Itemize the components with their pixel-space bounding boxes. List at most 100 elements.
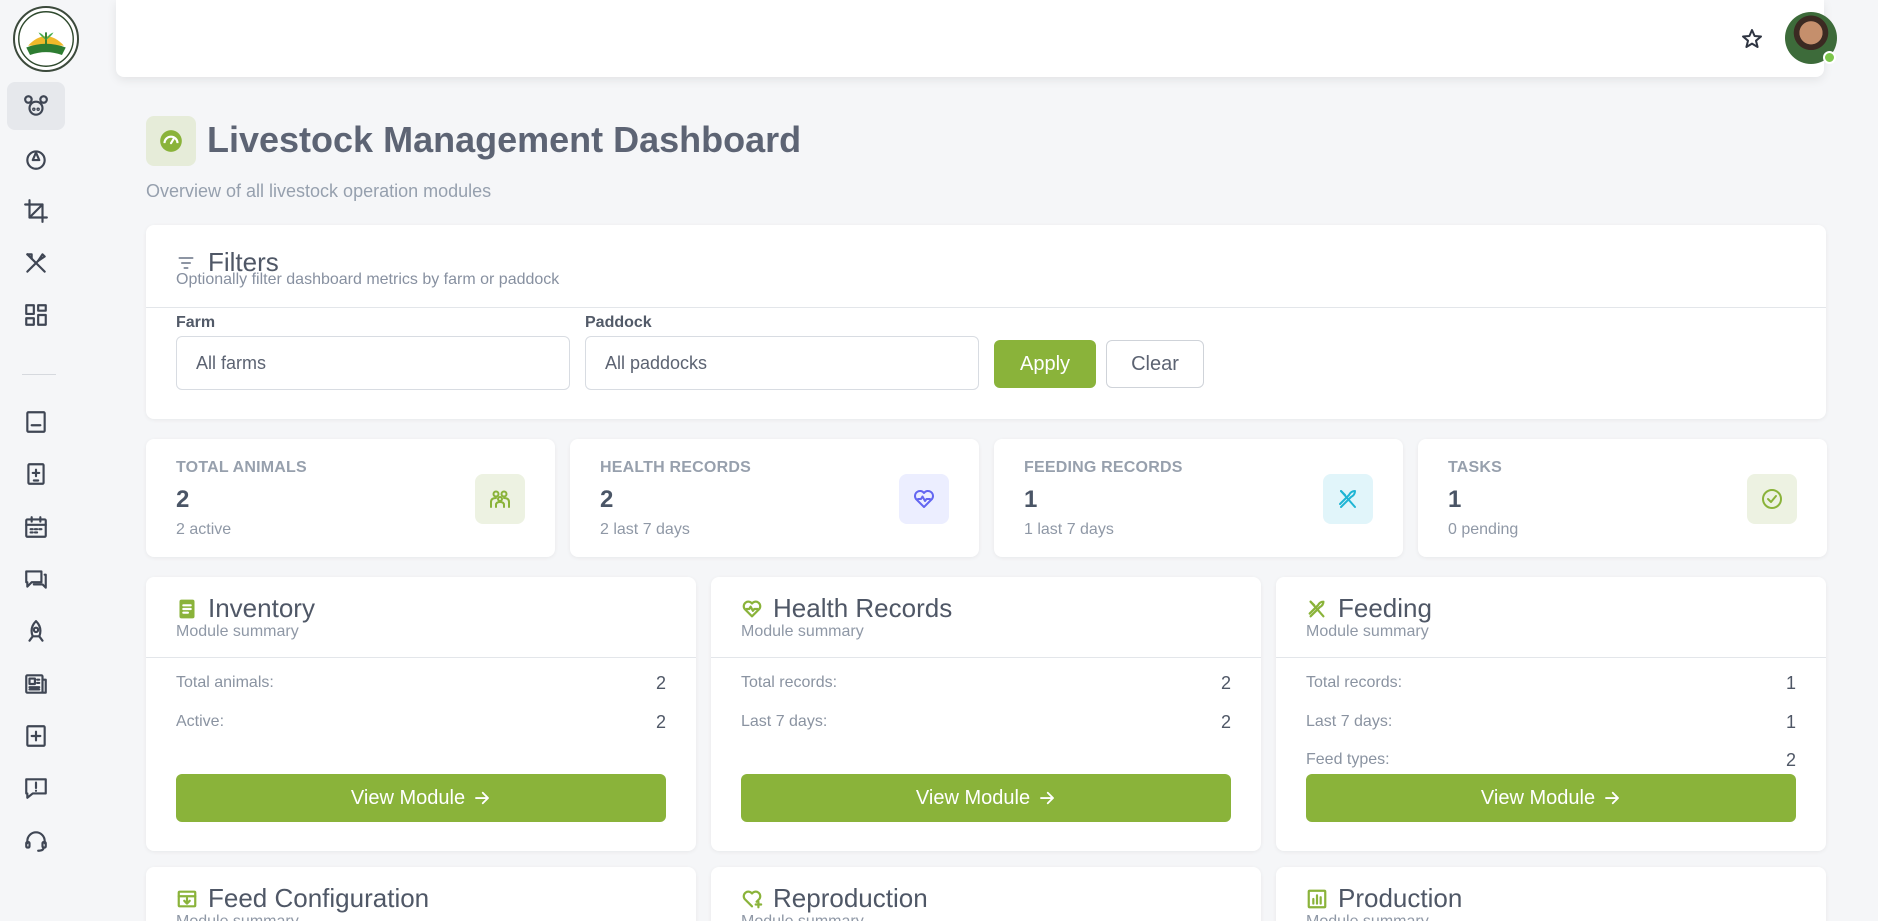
feed-box-icon xyxy=(177,890,197,907)
nav-livestock[interactable] xyxy=(7,82,65,130)
stat-subtext: 2 last 7 days xyxy=(600,521,690,538)
row-label: Feed types: xyxy=(1306,751,1390,768)
module-row: Active: 2 xyxy=(176,711,666,733)
row-value: 2 xyxy=(1220,711,1231,732)
row-value: 2 xyxy=(1785,749,1796,770)
module-row: Last 7 days: 2 xyxy=(741,711,1231,733)
nav-water[interactable] xyxy=(7,135,65,183)
tools-icon xyxy=(26,253,46,273)
filters-description: Optionally filter dashboard metrics by f… xyxy=(176,271,560,288)
online-status-indicator xyxy=(1823,51,1836,64)
module-description: Module summary xyxy=(1306,913,1429,921)
module-card-feed-configuration: Feed Configuration Module summary xyxy=(146,867,696,921)
nav-rocket[interactable] xyxy=(7,608,65,656)
apply-button[interactable]: Apply xyxy=(994,340,1096,388)
arrow-right-icon xyxy=(475,791,489,805)
bar-chart-icon xyxy=(1307,889,1327,908)
clear-button[interactable]: Clear xyxy=(1106,340,1204,388)
nav-crop[interactable] xyxy=(7,187,65,235)
headset-icon xyxy=(25,831,47,852)
module-card-production: Production Module summary xyxy=(1276,867,1826,921)
stat-value: 1 xyxy=(1448,486,1462,513)
module-description: Module summary xyxy=(1306,623,1429,640)
module-row: Feed types: 2 xyxy=(1306,749,1796,771)
utensils-icon xyxy=(1323,474,1373,524)
filter-icon xyxy=(178,256,194,269)
star-icon xyxy=(1742,29,1762,48)
module-divider xyxy=(1276,657,1826,658)
gauge-icon xyxy=(160,130,182,152)
water-drop-icon xyxy=(26,150,46,170)
stat-card-tasks: Tasks 1 0 pending xyxy=(1418,439,1827,557)
filters-card: Filters Optionally filter dashboard metr… xyxy=(146,225,1826,419)
nav-add-document[interactable] xyxy=(7,712,65,760)
module-row: Total records: 2 xyxy=(741,672,1231,694)
nav-notebook[interactable] xyxy=(7,398,65,446)
row-value: 1 xyxy=(1785,672,1796,693)
module-header: Production xyxy=(1306,883,1462,914)
nav-tools[interactable] xyxy=(7,239,65,287)
row-value: 2 xyxy=(1220,672,1231,693)
module-row: Last 7 days: 1 xyxy=(1306,711,1796,733)
module-description: Module summary xyxy=(741,623,864,640)
view-module-button[interactable]: View Module xyxy=(176,774,666,822)
module-card-inventory: Inventory Module summary Total animals: … xyxy=(146,577,696,851)
stat-subtext: 1 last 7 days xyxy=(1024,521,1114,538)
module-description: Module summary xyxy=(176,913,299,921)
stat-card-total-animals: Total Animals 2 2 active xyxy=(146,439,555,557)
module-row: Total records: 1 xyxy=(1306,672,1796,694)
rocket-icon xyxy=(28,620,44,642)
check-circle-icon xyxy=(1747,474,1797,524)
stat-label: Tasks xyxy=(1448,459,1503,476)
nav-chat[interactable] xyxy=(7,555,65,603)
filters-divider xyxy=(146,307,1826,308)
crop-icon xyxy=(24,199,48,223)
farm-label: Farm xyxy=(176,314,216,331)
module-title: Reproduction xyxy=(773,883,928,913)
utensils-icon xyxy=(1308,600,1325,617)
module-card-health-records: Health Records Module summary Total reco… xyxy=(711,577,1261,851)
grid-icon xyxy=(25,304,47,326)
add-document-icon xyxy=(26,725,46,747)
stat-label: Total Animals xyxy=(176,459,307,476)
module-header: Feed Configuration xyxy=(176,883,429,914)
nav-grid[interactable] xyxy=(7,291,65,339)
nav-news[interactable] xyxy=(7,660,65,708)
dashboard-page-icon xyxy=(146,116,196,166)
page-title: Livestock Management Dashboard xyxy=(207,119,802,160)
view-module-button[interactable]: View Module xyxy=(1306,774,1796,822)
livestock-icon xyxy=(24,95,48,116)
module-title: Inventory xyxy=(208,593,315,623)
module-row: Total animals: 2 xyxy=(176,672,666,694)
row-label: Total records: xyxy=(741,674,838,691)
calendar-icon xyxy=(25,516,47,538)
module-card-reproduction: Reproduction Module summary xyxy=(711,867,1261,921)
module-header: Health Records xyxy=(741,593,952,624)
company-logo[interactable] xyxy=(13,6,79,72)
nav-medical[interactable] xyxy=(7,450,65,498)
module-divider xyxy=(711,657,1261,658)
stat-subtext: 0 pending xyxy=(1448,521,1519,538)
nav-support[interactable] xyxy=(7,817,65,865)
module-description: Module summary xyxy=(176,623,299,640)
module-header: Feeding xyxy=(1306,593,1432,624)
nav-calendar[interactable] xyxy=(7,503,65,551)
stat-card-health-records: Health Records 2 2 last 7 days xyxy=(570,439,979,557)
inventory-icon xyxy=(179,599,195,618)
row-label: Total animals: xyxy=(176,674,274,691)
farm-select[interactable] xyxy=(176,336,570,390)
paddock-label: Paddock xyxy=(585,314,652,331)
nav-alerts[interactable] xyxy=(7,764,65,812)
row-label: Active: xyxy=(176,713,225,730)
paddock-select[interactable] xyxy=(585,336,979,390)
group-icon xyxy=(475,474,525,524)
stat-subtext: 2 active xyxy=(176,521,232,538)
view-module-button[interactable]: View Module xyxy=(741,774,1231,822)
module-header: Inventory xyxy=(176,593,315,624)
newspaper-icon xyxy=(25,674,47,694)
stat-card-feeding-records: Feeding Records 1 1 last 7 days xyxy=(994,439,1403,557)
heart-plus-icon xyxy=(742,890,763,908)
favorite-button[interactable] xyxy=(1737,24,1767,54)
arrow-right-icon xyxy=(1040,791,1054,805)
module-title: Feeding xyxy=(1338,593,1432,623)
